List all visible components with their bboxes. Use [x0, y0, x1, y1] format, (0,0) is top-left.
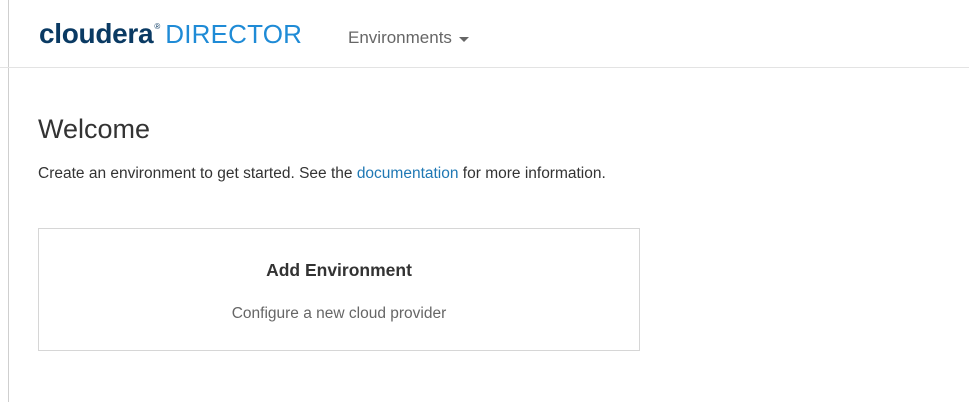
logo-product-text: DIRECTOR: [165, 19, 303, 49]
documentation-link[interactable]: documentation: [357, 165, 459, 182]
environments-dropdown[interactable]: Environments: [348, 28, 469, 48]
add-environment-subtitle: Configure a new cloud provider: [231, 305, 447, 322]
add-environment-title: Add Environment: [266, 260, 412, 280]
logo-brand-text: cloudera: [39, 18, 154, 49]
caret-down-icon: [458, 36, 469, 42]
cloudera-director-logo[interactable]: cloudera ® DIRECTOR: [39, 18, 302, 50]
page-title: Welcome: [38, 114, 151, 144]
add-environment-card[interactable]: Add Environment Configure a new cloud pr…: [38, 228, 640, 351]
intro-text: Create an environment to get started. Se…: [38, 165, 606, 183]
page: cloudera ® DIRECTOR Environments Welcome…: [0, 0, 969, 402]
intro-text-after: for more information.: [458, 165, 606, 182]
top-navbar: cloudera ® DIRECTOR Environments: [0, 0, 969, 68]
environments-dropdown-label: Environments: [348, 28, 452, 47]
logo-registered-mark: ®: [154, 22, 161, 31]
intro-text-before: Create an environment to get started. Se…: [38, 165, 357, 182]
